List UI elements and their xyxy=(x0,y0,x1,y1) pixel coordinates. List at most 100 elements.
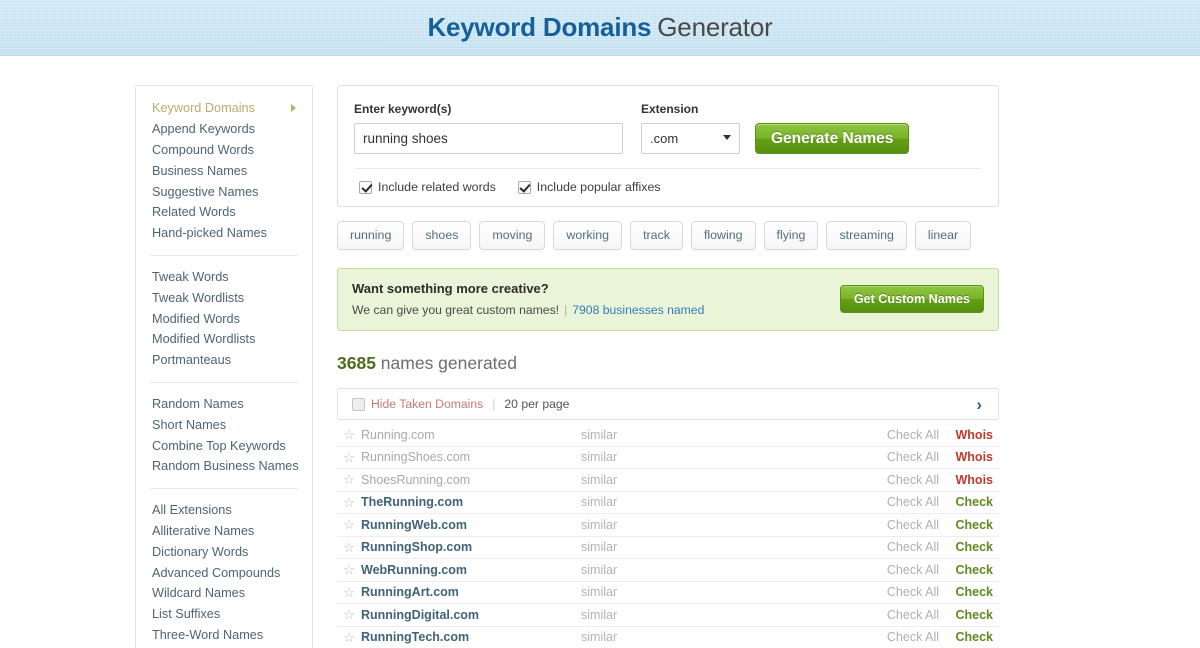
star-icon[interactable]: ☆ xyxy=(341,608,361,622)
keyword-tag-working[interactable]: working xyxy=(553,221,622,250)
sidebar-item-three-word-names[interactable]: Three-Word Names xyxy=(136,625,312,646)
domain-name[interactable]: RunningWeb.com xyxy=(361,518,581,532)
star-icon[interactable]: ☆ xyxy=(341,428,361,442)
sidebar-item-modified-words[interactable]: Modified Words xyxy=(136,308,312,329)
similar-link[interactable]: similar xyxy=(581,473,861,487)
check-availability-link[interactable]: Check xyxy=(939,563,993,577)
sidebar-item-related-words[interactable]: Related Words xyxy=(136,202,312,223)
checkbox[interactable] xyxy=(359,181,372,194)
similar-link[interactable]: similar xyxy=(581,495,861,509)
domain-name[interactable]: RunningDigital.com xyxy=(361,608,581,622)
similar-link[interactable]: similar xyxy=(581,450,861,464)
hide-taken-domains-label[interactable]: Hide Taken Domains xyxy=(371,397,483,411)
similar-link[interactable]: similar xyxy=(581,608,861,622)
check-availability-link[interactable]: Check xyxy=(939,585,993,599)
promo-stat-link[interactable]: 7908 businesses named xyxy=(572,303,704,317)
star-icon[interactable]: ☆ xyxy=(341,586,361,600)
extension-select[interactable]: .com.net.org.io.co xyxy=(641,123,740,154)
sidebar-item-portmanteaus[interactable]: Portmanteaus xyxy=(136,350,312,371)
star-icon[interactable]: ☆ xyxy=(341,631,361,645)
star-icon[interactable]: ☆ xyxy=(341,541,361,555)
keyword-tag-shoes[interactable]: shoes xyxy=(412,221,471,250)
similar-link[interactable]: similar xyxy=(581,585,861,599)
sidebar-item-short-names[interactable]: Short Names xyxy=(136,414,312,435)
check-all-link[interactable]: Check All xyxy=(861,608,939,622)
sidebar-item-all-extensions[interactable]: All Extensions xyxy=(136,500,312,521)
sidebar-item-keyword-domains[interactable]: Keyword Domains xyxy=(136,98,312,119)
check-availability-link[interactable]: Check xyxy=(939,630,993,644)
whois-link[interactable]: Whois xyxy=(939,428,993,442)
sidebar-item-wildcard-names[interactable]: Wildcard Names xyxy=(136,583,312,604)
chevron-right-icon[interactable]: › xyxy=(972,396,986,413)
sidebar-item-suggestive-names[interactable]: Suggestive Names xyxy=(136,181,312,202)
result-row: ☆RunningArt.comsimilarCheck AllCheck xyxy=(337,582,999,605)
domain-name[interactable]: RunningShop.com xyxy=(361,540,581,554)
domain-name[interactable]: RunningArt.com xyxy=(361,585,581,599)
sidebar-item-tweak-words[interactable]: Tweak Words xyxy=(136,267,312,288)
hide-taken-domains-checkbox[interactable] xyxy=(352,398,365,411)
sidebar-item-append-keywords[interactable]: Append Keywords xyxy=(136,119,312,140)
get-custom-names-button[interactable]: Get Custom Names xyxy=(840,285,984,313)
whois-link[interactable]: Whois xyxy=(939,450,993,464)
check-all-link[interactable]: Check All xyxy=(861,540,939,554)
sidebar-item-business-names[interactable]: Business Names xyxy=(136,160,312,181)
keyword-tag-track[interactable]: track xyxy=(630,221,683,250)
similar-link[interactable]: similar xyxy=(581,630,861,644)
domain-name[interactable]: WebRunning.com xyxy=(361,563,581,577)
domain-name[interactable]: TheRunning.com xyxy=(361,495,581,509)
per-page-selector[interactable]: 20 per page xyxy=(504,397,569,411)
checkbox[interactable] xyxy=(518,181,531,194)
domain-name[interactable]: RunningShoes.com xyxy=(361,450,581,464)
check-availability-link[interactable]: Check xyxy=(939,540,993,554)
check-availability-link[interactable]: Check xyxy=(939,495,993,509)
star-icon[interactable]: ☆ xyxy=(341,473,361,487)
keyword-input[interactable] xyxy=(354,123,623,154)
keyword-tag-moving[interactable]: moving xyxy=(479,221,545,250)
star-icon[interactable]: ☆ xyxy=(341,563,361,577)
star-icon[interactable]: ☆ xyxy=(341,496,361,510)
keyword-tag-flying[interactable]: flying xyxy=(764,221,819,250)
sidebar-item-alliterative-names[interactable]: Alliterative Names xyxy=(136,521,312,542)
similar-link[interactable]: similar xyxy=(581,563,861,577)
domain-name[interactable]: ShoesRunning.com xyxy=(361,473,581,487)
sidebar-item-modified-wordlists[interactable]: Modified Wordlists xyxy=(136,329,312,350)
sidebar-item-compound-words[interactable]: Compound Words xyxy=(136,140,312,161)
domain-name[interactable]: RunningTech.com xyxy=(361,630,581,644)
check-all-link[interactable]: Check All xyxy=(861,450,939,464)
option-include-related-words[interactable]: Include related words xyxy=(359,180,496,194)
check-all-link[interactable]: Check All xyxy=(861,563,939,577)
keyword-tag-running[interactable]: running xyxy=(337,221,404,250)
sidebar-item-hand-picked-names[interactable]: Hand-picked Names xyxy=(136,223,312,244)
keyword-tag-streaming[interactable]: streaming xyxy=(826,221,906,250)
check-all-link[interactable]: Check All xyxy=(861,518,939,532)
sidebar-item-list-suffixes[interactable]: List Suffixes xyxy=(136,604,312,625)
similar-link[interactable]: similar xyxy=(581,540,861,554)
generate-names-button[interactable]: Generate Names xyxy=(755,123,909,154)
sidebar-item-label: All Extensions xyxy=(152,503,232,517)
keyword-tag-flowing[interactable]: flowing xyxy=(691,221,756,250)
check-all-link[interactable]: Check All xyxy=(861,495,939,509)
sidebar-item-tweak-wordlists[interactable]: Tweak Wordlists xyxy=(136,287,312,308)
option-label: Include popular affixes xyxy=(537,180,661,194)
check-availability-link[interactable]: Check xyxy=(939,518,993,532)
site-logo[interactable]: Keyword DomainsGenerator xyxy=(427,12,772,43)
star-icon[interactable]: ☆ xyxy=(341,518,361,532)
similar-link[interactable]: similar xyxy=(581,428,861,442)
check-all-link[interactable]: Check All xyxy=(861,428,939,442)
similar-link[interactable]: similar xyxy=(581,518,861,532)
sidebar-item-advanced-compounds[interactable]: Advanced Compounds xyxy=(136,562,312,583)
domain-name[interactable]: Running.com xyxy=(361,428,581,442)
sidebar-item-random-names[interactable]: Random Names xyxy=(136,394,312,415)
sidebar-item-dictionary-words[interactable]: Dictionary Words xyxy=(136,541,312,562)
check-all-link[interactable]: Check All xyxy=(861,473,939,487)
sidebar-item-random-business-names[interactable]: Random Business Names xyxy=(136,456,312,477)
whois-link[interactable]: Whois xyxy=(939,473,993,487)
star-icon[interactable]: ☆ xyxy=(341,451,361,465)
keyword-tag-linear[interactable]: linear xyxy=(915,221,971,250)
check-all-link[interactable]: Check All xyxy=(861,630,939,644)
option-include-popular-affixes[interactable]: Include popular affixes xyxy=(518,180,661,194)
sidebar-item-combine-top-keywords[interactable]: Combine Top Keywords xyxy=(136,435,312,456)
logo-light-text: Generator xyxy=(657,12,772,42)
check-availability-link[interactable]: Check xyxy=(939,608,993,622)
check-all-link[interactable]: Check All xyxy=(861,585,939,599)
